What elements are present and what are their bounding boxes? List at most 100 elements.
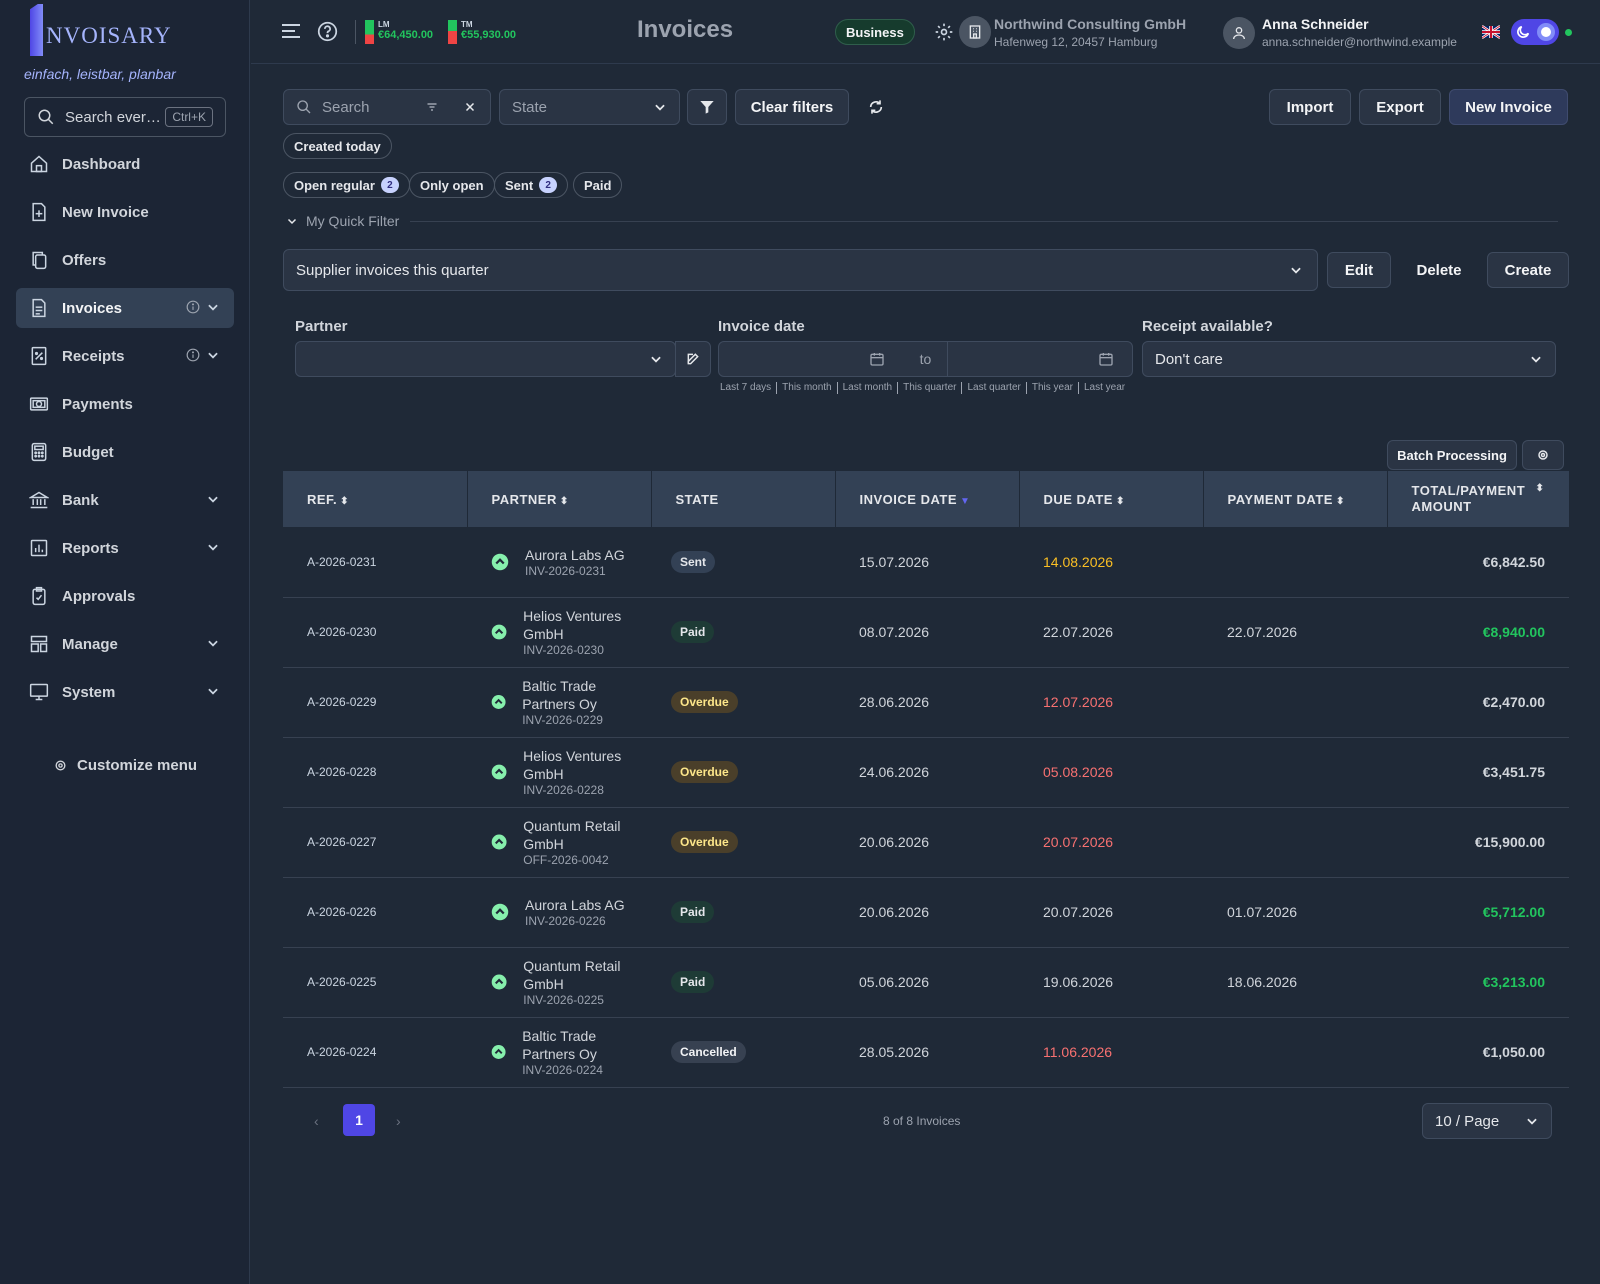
export-button[interactable]: Export (1359, 89, 1441, 125)
clear-filters-button[interactable]: Clear filters (735, 89, 849, 125)
prev-page-button[interactable]: ‹ (314, 1113, 319, 1129)
table-row[interactable]: A-2026-0228 Helios Ventures GmbH INV-202… (283, 737, 1569, 808)
invoice-ref[interactable]: A-2026-0231 (283, 527, 467, 598)
table-row[interactable]: A-2026-0226 Aurora Labs AG INV-2026-0226… (283, 877, 1569, 948)
new-invoice-button[interactable]: New Invoice (1449, 89, 1568, 125)
partner-name[interactable]: Baltic Trade Partners Oy (522, 1027, 651, 1063)
invoice-ref[interactable]: A-2026-0225 (283, 947, 467, 1018)
chevron-down-icon[interactable] (206, 348, 220, 362)
partner-name[interactable]: Baltic Trade Partners Oy (522, 677, 651, 713)
chevron-up-circle-icon[interactable] (491, 623, 507, 641)
quick-filter-delete-button[interactable]: Delete (1404, 252, 1474, 288)
import-button[interactable]: Import (1269, 89, 1351, 125)
table-row[interactable]: A-2026-0231 Aurora Labs AG INV-2026-0231… (283, 527, 1569, 598)
next-page-button[interactable]: › (396, 1113, 401, 1129)
filter-chip-open-regular[interactable]: Open regular 2 (283, 172, 410, 198)
chevron-up-circle-icon[interactable] (491, 973, 507, 991)
chevron-down-icon[interactable] (206, 300, 220, 314)
column-header-invoice-date[interactable]: INVOICE DATE ▼ (835, 471, 1020, 527)
partner-name[interactable]: Quantum Retail GmbH (523, 957, 651, 993)
sidebar-item-receipts[interactable]: Receipts (16, 336, 234, 376)
sidebar-item-budget[interactable]: Budget (16, 432, 234, 472)
invoice-date-from[interactable] (718, 341, 904, 377)
page-number-button[interactable]: 1 (343, 1104, 375, 1136)
chevron-up-circle-icon[interactable] (491, 763, 507, 781)
partner-name[interactable]: Aurora Labs AG (525, 546, 625, 564)
help-icon[interactable] (317, 21, 338, 42)
sidebar-item-reports[interactable]: Reports (16, 528, 234, 568)
menu-toggle-icon[interactable] (281, 22, 301, 40)
chevron-up-circle-icon[interactable] (491, 833, 507, 851)
chevron-up-circle-icon[interactable] (491, 553, 509, 571)
filter-chip-sent[interactable]: Sent 2 (494, 172, 569, 198)
quick-filter-select[interactable]: Supplier invoices this quarter (283, 249, 1318, 291)
chevron-up-circle-icon[interactable] (491, 903, 509, 921)
page-size-select[interactable]: 10 / Page (1422, 1103, 1552, 1139)
partner-name[interactable]: Helios Ventures GmbH (523, 747, 651, 783)
sidebar-item-new-invoice[interactable]: New Invoice (16, 192, 234, 232)
partner-name[interactable]: Helios Ventures GmbH (523, 607, 651, 643)
info-icon[interactable] (186, 348, 200, 362)
date-shortcut-last-year[interactable]: Last year (1079, 382, 1130, 394)
invoice-ref[interactable]: A-2026-0228 (283, 737, 467, 808)
global-search-input[interactable]: Search ever… Ctrl+K (24, 97, 226, 137)
invoice-ref[interactable]: A-2026-0227 (283, 807, 467, 878)
sidebar-item-payments[interactable]: Payments (16, 384, 234, 424)
batch-processing-button[interactable]: Batch Processing (1387, 440, 1517, 470)
user-avatar[interactable] (1223, 17, 1255, 49)
sidebar-item-approvals[interactable]: Approvals (16, 576, 234, 616)
date-shortcut-this-quarter[interactable]: This quarter (898, 382, 963, 394)
date-shortcut-last-month[interactable]: Last month (838, 382, 899, 394)
quick-filter-create-button[interactable]: Create (1487, 252, 1569, 288)
table-row[interactable]: A-2026-0229 Baltic Trade Partners Oy INV… (283, 667, 1569, 738)
filter-lines-icon[interactable] (426, 101, 438, 113)
table-row[interactable]: A-2026-0227 Quantum Retail GmbH OFF-2026… (283, 807, 1569, 878)
chevron-down-icon[interactable] (206, 540, 220, 554)
chevron-up-circle-icon[interactable] (491, 693, 506, 711)
filter-chip-paid[interactable]: Paid (573, 172, 623, 198)
partner-edit-button[interactable] (675, 341, 711, 377)
invoice-ref[interactable]: A-2026-0229 (283, 667, 467, 738)
plan-badge[interactable]: Business (835, 19, 915, 45)
theme-toggle[interactable] (1511, 19, 1559, 45)
table-row[interactable]: A-2026-0225 Quantum Retail GmbH INV-2026… (283, 947, 1569, 1018)
chevron-down-icon[interactable] (206, 492, 220, 506)
column-header-state[interactable]: STATE (651, 471, 836, 527)
table-settings-button[interactable] (1522, 440, 1564, 470)
date-shortcut-last-7-days[interactable]: Last 7 days (715, 382, 778, 394)
clear-search-icon[interactable] (464, 101, 476, 113)
company-info[interactable]: Northwind Consulting GmbH Hafenweg 12, 2… (994, 16, 1186, 49)
settings-icon[interactable] (934, 22, 954, 42)
column-header-ref[interactable]: REF. ⬍ (283, 471, 468, 527)
invoice-ref[interactable]: A-2026-0230 (283, 597, 467, 668)
company-avatar[interactable] (959, 16, 991, 48)
date-shortcut-this-year[interactable]: This year (1027, 382, 1079, 394)
receipt-select[interactable]: Don't care (1142, 341, 1556, 377)
column-header-partner[interactable]: PARTNER ⬍ (467, 471, 652, 527)
partner-name[interactable]: Aurora Labs AG (525, 896, 625, 914)
date-shortcut-last-quarter[interactable]: Last quarter (962, 382, 1027, 394)
customize-menu-button[interactable]: Customize menu (54, 757, 197, 774)
quick-filter-edit-button[interactable]: Edit (1327, 252, 1391, 288)
sidebar-item-bank[interactable]: Bank (16, 480, 234, 520)
sidebar-item-dashboard[interactable]: Dashboard (16, 144, 234, 184)
filter-chip-only-open[interactable]: Only open (409, 172, 495, 198)
info-icon[interactable] (186, 300, 200, 314)
invoice-date-to[interactable] (947, 341, 1133, 377)
filter-button[interactable] (687, 89, 727, 125)
sidebar-item-offers[interactable]: Offers (16, 240, 234, 280)
column-header-total-payment-amount[interactable]: TOTAL/PAYMENT AMOUNT ⬍ (1387, 471, 1569, 527)
column-header-due-date[interactable]: DUE DATE ⬍ (1019, 471, 1204, 527)
column-header-payment-date[interactable]: PAYMENT DATE ⬍ (1203, 471, 1388, 527)
sidebar-item-system[interactable]: System (16, 672, 234, 712)
filter-chip-created-today[interactable]: Created today (283, 133, 392, 159)
chevron-up-circle-icon[interactable] (491, 1043, 506, 1061)
table-row[interactable]: A-2026-0230 Helios Ventures GmbH INV-202… (283, 597, 1569, 668)
brand-logo[interactable]: NVOISARY (30, 4, 172, 56)
partner-select[interactable] (295, 341, 676, 377)
chevron-down-icon[interactable] (206, 636, 220, 650)
invoice-search-input[interactable]: Search (283, 89, 491, 125)
user-info[interactable]: Anna Schneider anna.schneider@northwind.… (1262, 16, 1457, 49)
invoice-ref[interactable]: A-2026-0226 (283, 877, 467, 948)
sidebar-item-manage[interactable]: Manage (16, 624, 234, 664)
